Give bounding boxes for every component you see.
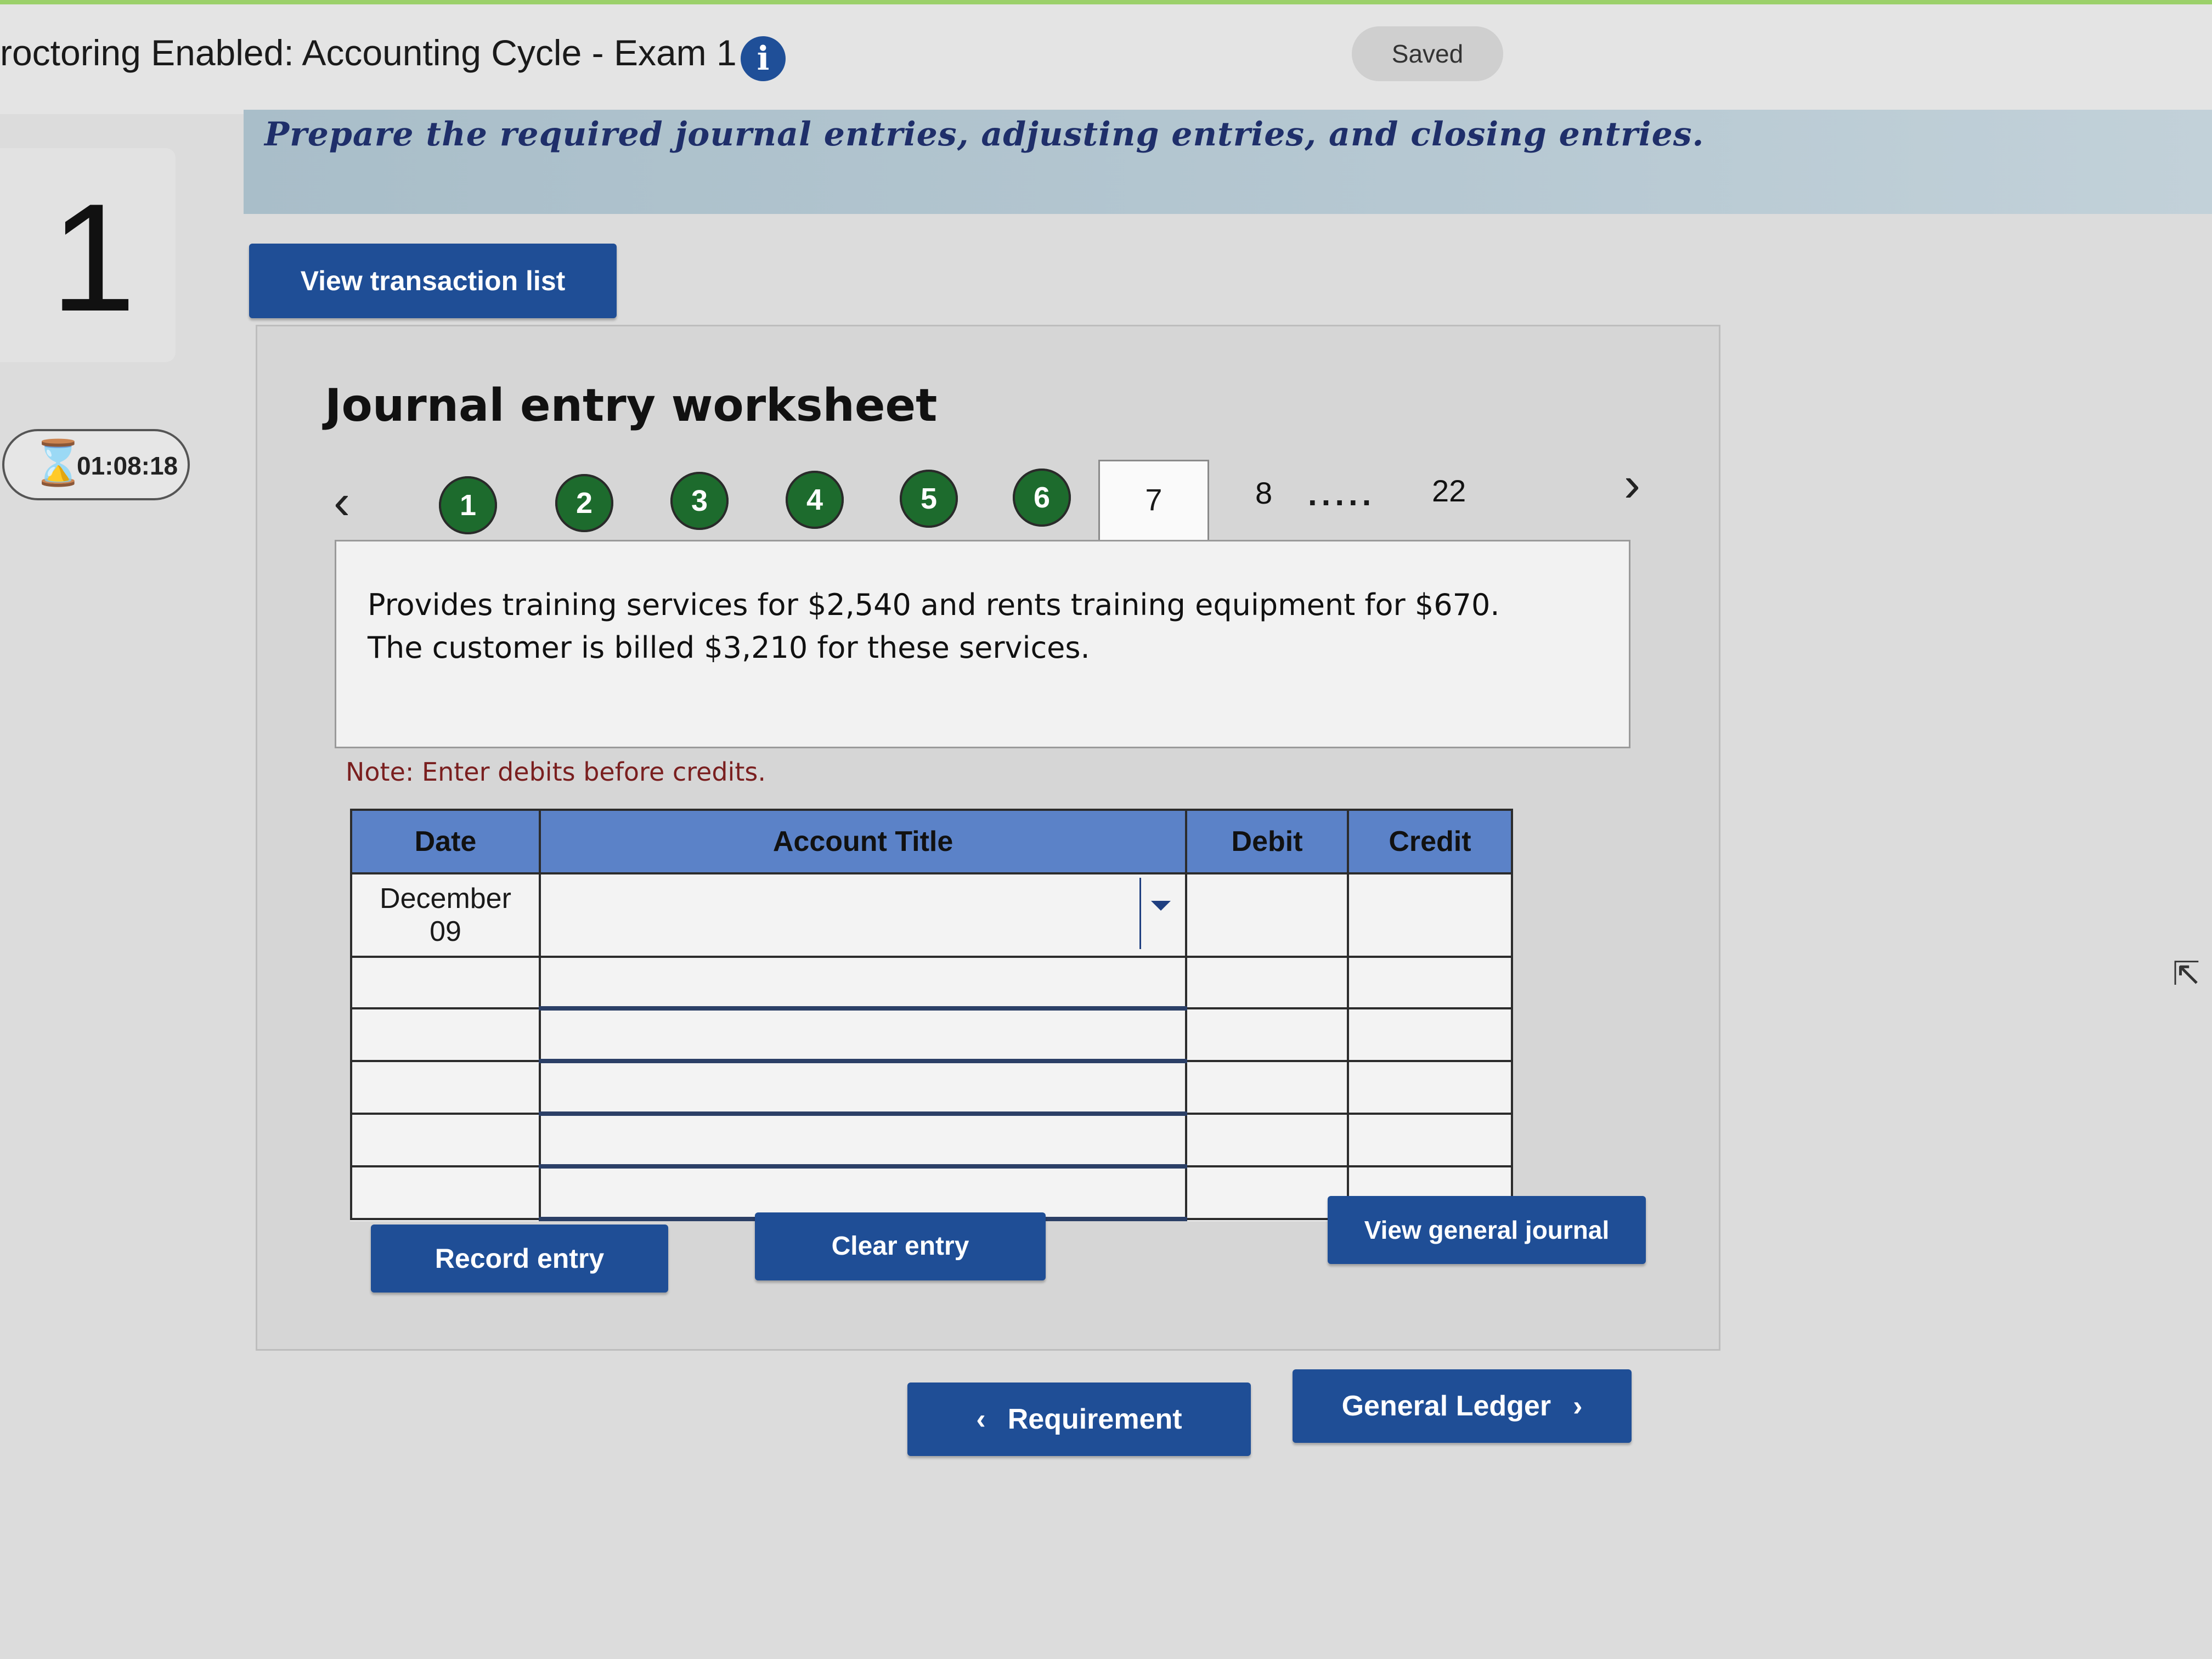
header-account-title: Account Title xyxy=(538,809,1188,874)
requirement-button[interactable]: ‹ Requirement xyxy=(907,1383,1251,1456)
account-title-input[interactable] xyxy=(538,1007,1188,1063)
account-title-select[interactable] xyxy=(538,872,1188,958)
view-general-journal-button[interactable]: View general journal xyxy=(1328,1196,1646,1264)
clear-entry-button[interactable]: Clear entry xyxy=(755,1212,1046,1280)
account-title-input[interactable] xyxy=(538,1113,1188,1169)
step-2[interactable]: 2 xyxy=(555,474,613,532)
credit-input[interactable] xyxy=(1346,1007,1514,1062)
view-transaction-list-button[interactable]: View transaction list xyxy=(249,244,617,318)
description-line-2: The customer is billed $3,210 for these … xyxy=(368,630,1090,665)
exam-title: roctoring Enabled: Accounting Cycle - Ex… xyxy=(0,32,737,73)
tab-step-8[interactable]: 8 xyxy=(1255,475,1272,511)
table-row xyxy=(350,956,1514,1011)
account-title-input[interactable] xyxy=(538,1165,1188,1221)
timer[interactable]: ⌛ 01:08:18 xyxy=(2,429,190,500)
description-line-1: Provides training services for $2,540 an… xyxy=(368,588,1500,622)
date-cell[interactable] xyxy=(350,1007,541,1062)
step-1[interactable]: 1 xyxy=(439,476,497,534)
step-3[interactable]: 3 xyxy=(670,472,729,530)
credit-input[interactable] xyxy=(1346,956,1514,1009)
credit-input[interactable] xyxy=(1346,872,1514,958)
account-title-input[interactable] xyxy=(538,956,1188,1011)
chevron-left-icon[interactable]: ‹ xyxy=(334,477,350,527)
info-icon[interactable]: i xyxy=(741,36,786,81)
date-cell[interactable] xyxy=(350,1060,541,1115)
date-cell[interactable] xyxy=(350,956,541,1009)
debit-input[interactable] xyxy=(1185,1060,1349,1115)
worksheet-title: Journal entry worksheet xyxy=(325,380,938,432)
step-6[interactable]: 6 xyxy=(1013,469,1071,527)
table-row xyxy=(350,1113,1514,1169)
date-cell[interactable] xyxy=(350,1165,541,1220)
debit-input[interactable] xyxy=(1185,1165,1349,1220)
date-cell[interactable]: December 09 xyxy=(350,872,541,958)
mouse-cursor-icon: ⇱ xyxy=(2172,955,2200,992)
credit-input[interactable] xyxy=(1346,1113,1514,1167)
debit-input[interactable] xyxy=(1185,1113,1349,1167)
date-day: 09 xyxy=(430,916,461,947)
tab-step-7-active[interactable]: 7 xyxy=(1098,460,1209,551)
account-title-input[interactable] xyxy=(538,1060,1188,1116)
record-entry-button[interactable]: Record entry xyxy=(371,1224,668,1293)
journal-table: Date Account Title Debit Credit December… xyxy=(350,809,1514,1221)
entry-note: Note: Enter debits before credits. xyxy=(346,757,766,787)
header-debit: Debit xyxy=(1185,809,1349,874)
general-ledger-button[interactable]: General Ledger › xyxy=(1293,1369,1632,1443)
debit-input[interactable] xyxy=(1185,956,1349,1009)
header-credit: Credit xyxy=(1346,809,1514,874)
timer-value: 01:08:18 xyxy=(77,452,178,480)
chevron-right-icon: › xyxy=(1573,1390,1583,1422)
header-date: Date xyxy=(350,809,541,874)
date-cell[interactable] xyxy=(350,1113,541,1167)
chevron-left-icon: ‹ xyxy=(976,1403,986,1435)
general-ledger-label: General Ledger xyxy=(1341,1390,1551,1422)
requirement-label: Requirement xyxy=(1007,1403,1182,1435)
dropdown-separator xyxy=(1139,878,1142,949)
saved-status-badge: Saved xyxy=(1352,26,1503,81)
table-row xyxy=(350,1007,1514,1063)
step-5[interactable]: 5 xyxy=(900,470,958,528)
caret-down-icon[interactable] xyxy=(1151,901,1171,911)
credit-input[interactable] xyxy=(1346,1060,1514,1115)
step-4[interactable]: 4 xyxy=(786,471,844,529)
instruction-text: Prepare the required journal entries, ad… xyxy=(264,115,1705,154)
tab-step-22[interactable]: 22 xyxy=(1432,473,1466,509)
chevron-right-icon[interactable]: › xyxy=(1624,460,1640,509)
debit-input[interactable] xyxy=(1185,872,1349,958)
transaction-description: Provides training services for $2,540 an… xyxy=(368,584,1500,669)
debit-input[interactable] xyxy=(1185,1007,1349,1062)
steps-ellipsis: ..... xyxy=(1308,476,1376,512)
table-row xyxy=(350,1060,1514,1116)
top-accent-strip xyxy=(0,0,2212,4)
date-month: December xyxy=(380,883,511,915)
table-row: December 09 xyxy=(350,872,1514,958)
question-number: 1 xyxy=(50,172,136,343)
